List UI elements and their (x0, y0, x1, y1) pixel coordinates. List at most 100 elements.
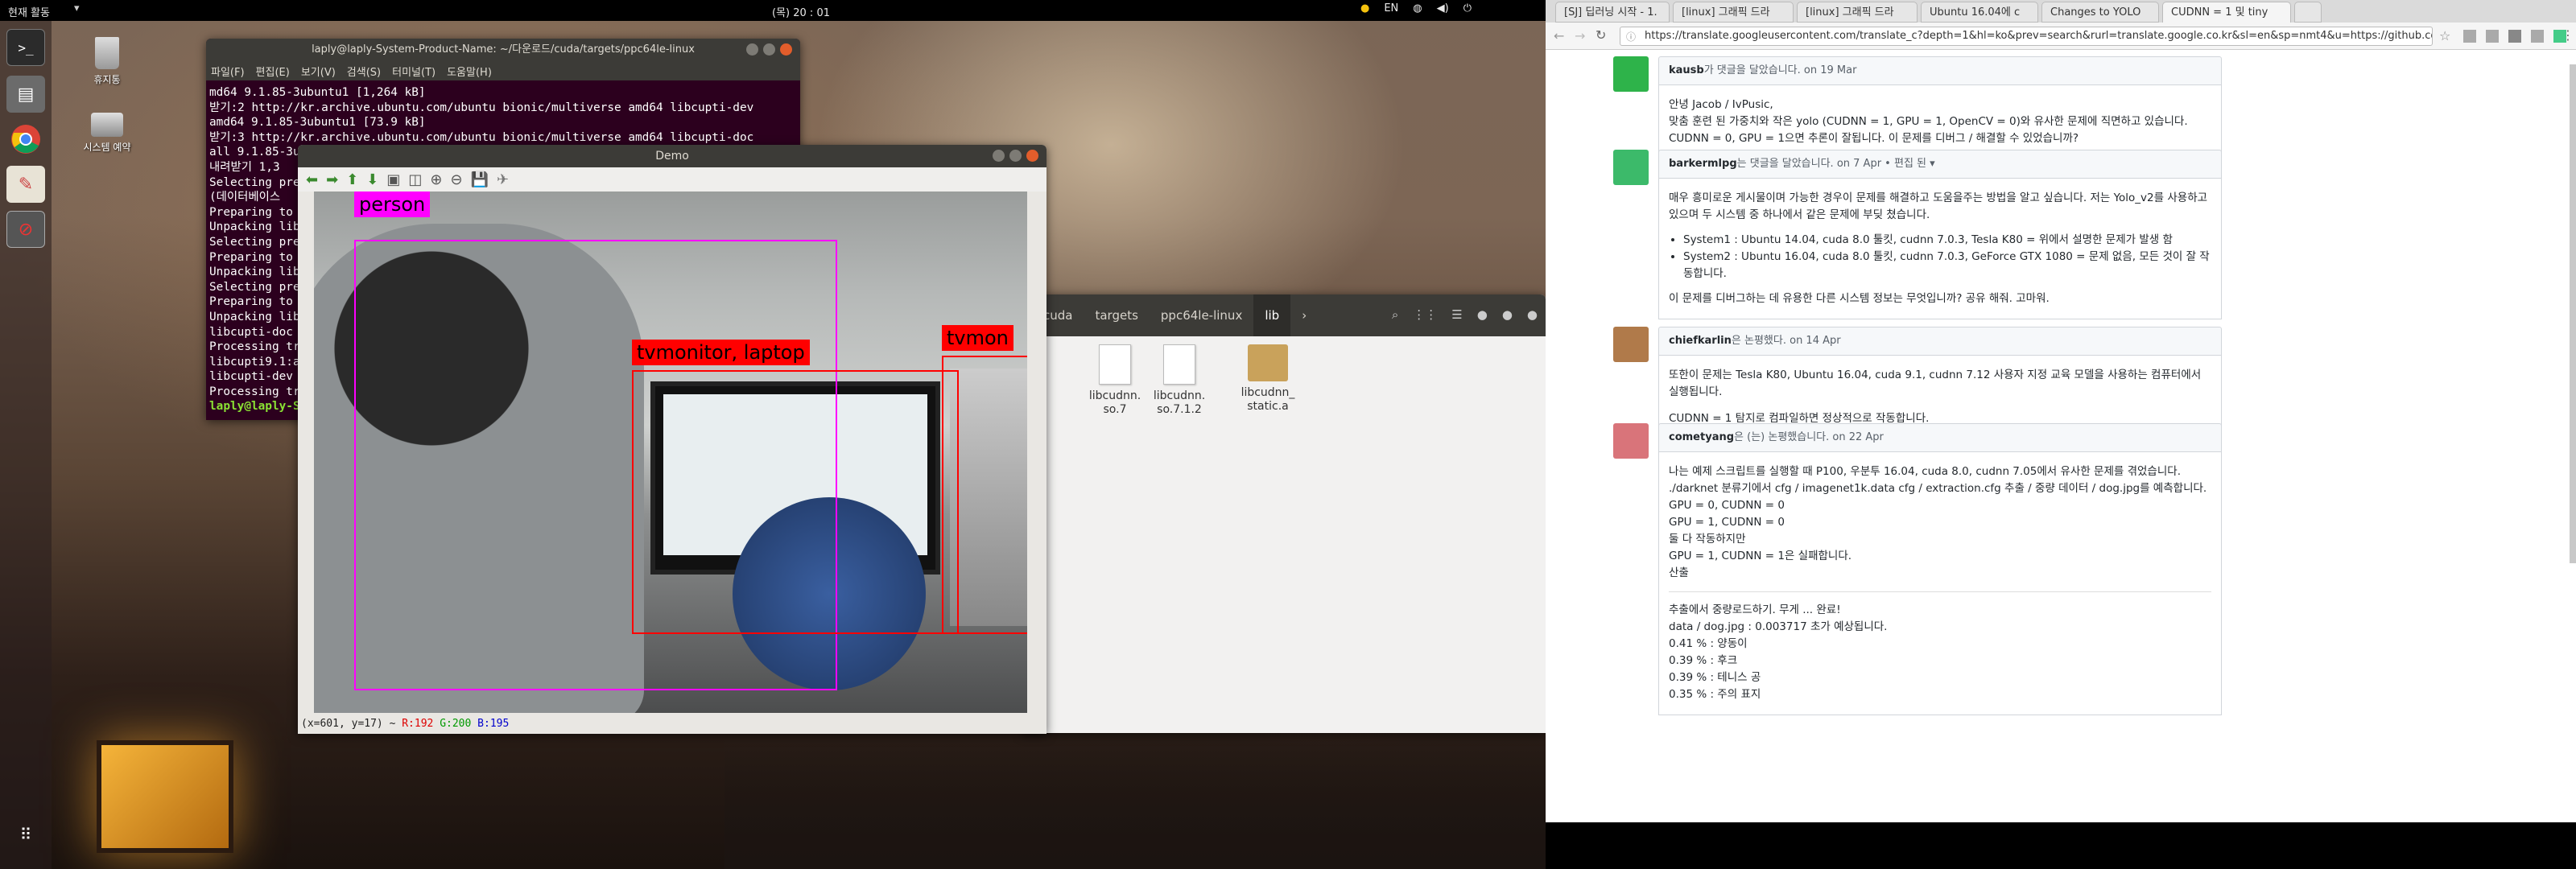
arrow-left-icon[interactable]: ⬅ (306, 171, 318, 188)
terminal-menu-item[interactable]: 터미널(T) (392, 64, 436, 79)
terminal-menu-item[interactable]: 파일(F) (211, 64, 245, 79)
browser-window[interactable]: [SJ] 딥러닝 시작 - 1. [linux] 그래픽 드라 [linux] 그래… (1546, 0, 2576, 869)
avatar[interactable] (1613, 423, 1649, 459)
forward-icon[interactable]: → (1575, 28, 1585, 43)
page-content[interactable]: kausb가 댓글을 달았습니다. on 19 Mar 안녕 Jacob / Iv… (1546, 50, 2576, 822)
files-toolbar: ⌕ ⋮⋮ ☰ ● ● ● (1392, 307, 1538, 322)
properties-icon[interactable]: ✈ (497, 171, 509, 188)
screen-bottom-edge (1546, 822, 2576, 869)
comment-date[interactable]: on 7 Apr • 편집 된 ▾ (1837, 158, 1935, 170)
comment-action: 가 댓글을 달았습니다. (1703, 64, 1801, 76)
terminal-launcher-icon[interactable]: >_ (6, 29, 45, 66)
comment-date[interactable]: on 19 Mar (1804, 64, 1857, 76)
minimize-button[interactable] (993, 150, 1005, 162)
save-icon[interactable]: 💾 (471, 171, 489, 188)
comment-list-item: System1 : Ubuntu 14.04, cuda 8.0 툴킷, cud… (1683, 232, 2211, 249)
comment-author[interactable]: kausb (1669, 64, 1704, 76)
extension-icon[interactable] (2531, 30, 2544, 43)
arrow-up-icon[interactable]: ⬆ (346, 171, 358, 188)
new-tab-button[interactable] (2294, 2, 2322, 23)
detection-label: person (354, 192, 431, 217)
app-launcher-icon[interactable]: ⊘ (6, 211, 45, 248)
browser-tab[interactable]: [SJ] 딥러닝 시작 - 1. (1555, 2, 1670, 23)
drive-icon (91, 113, 123, 137)
close-button[interactable] (1026, 150, 1038, 162)
clock[interactable]: (목) 20 : 01 (757, 4, 845, 19)
browser-tab[interactable]: [linux] 그래픽 드라 (1673, 2, 1794, 23)
extension-icon[interactable] (2508, 30, 2521, 43)
comment-date[interactable]: on 22 Apr (1832, 431, 1884, 443)
power-icon[interactable]: ⏻ (1463, 2, 1472, 14)
maximize-button[interactable] (1009, 150, 1022, 162)
trash-desktop-icon[interactable]: 휴지통 (71, 37, 143, 86)
browser-tab[interactable]: Changes to YOLO (2041, 2, 2159, 23)
url-text: https://translate.googleusercontent.com/… (1645, 30, 2433, 42)
zoom-fit-icon[interactable]: ▣ (386, 171, 400, 188)
path-forward-icon[interactable]: › (1290, 294, 1318, 336)
files-window[interactable]: cudatargetsppc64le-linuxlib› ⌕⋮⋮☰ ●●● ol… (1022, 294, 1546, 733)
terminal-menu-item[interactable]: 도움말(H) (447, 64, 492, 79)
demo-title: Demo (298, 145, 1046, 167)
file-item[interactable]: libcudnn_ static.a (1224, 344, 1312, 414)
network-icon[interactable]: ◍ (1413, 2, 1422, 14)
arrow-right-icon[interactable]: ➡ (326, 171, 338, 188)
minimize-button[interactable] (746, 43, 758, 56)
comment-body: 안녕 Jacob / IvPusic, 맞춤 훈련 된 가중치와 작은 yolo … (1658, 85, 2222, 159)
terminal-menu-item[interactable]: 검색(S) (347, 64, 381, 79)
view-options-icon[interactable]: ⋮⋮ (1413, 307, 1437, 322)
close-button[interactable]: ● (1527, 307, 1538, 322)
breadcrumb-lib[interactable]: lib (1253, 294, 1291, 336)
minimize-button[interactable]: ● (1477, 307, 1488, 322)
detection-image[interactable]: person tvmonitor, laptop tvmon (314, 192, 1027, 713)
chrome-tray-icon[interactable]: ● (1360, 2, 1369, 14)
comment-author[interactable]: cometyang (1669, 431, 1734, 443)
terminal-menu-item[interactable]: 보기(V) (301, 64, 336, 79)
zoom-original-icon[interactable]: ◫ (408, 171, 422, 188)
comment-author[interactable]: barkermlpg (1669, 158, 1737, 170)
comment-author[interactable]: chiefkarlin (1669, 335, 1732, 347)
extension-icon[interactable] (2463, 30, 2476, 43)
reload-icon[interactable]: ↻ (1596, 27, 1606, 43)
avatar[interactable] (1613, 327, 1649, 362)
text-editor-launcher-icon[interactable]: ✎ (6, 166, 45, 203)
bookmark-star-icon[interactable]: ☆ (2439, 28, 2450, 43)
browser-tab[interactable]: [linux] 그래픽 드라 (1797, 2, 1918, 23)
arrow-down-icon[interactable]: ⬇ (366, 171, 378, 188)
comment-line: 둘 다 작동하지만 (1669, 533, 1746, 546)
comment-date[interactable]: on 14 Apr (1790, 335, 1841, 347)
comment-action: 은 (는) 논평했습니다. (1734, 431, 1830, 443)
show-apps-grid-icon[interactable]: ⠿ (6, 816, 45, 853)
comment-line: 안녕 Jacob / IvPusic, (1669, 98, 1773, 111)
language-indicator[interactable]: EN (1384, 2, 1398, 14)
avatar[interactable] (1613, 150, 1649, 185)
zoom-out-icon[interactable]: ⊖ (451, 171, 463, 188)
address-bar[interactable]: https://translate.googleusercontent.com/… (1620, 27, 2433, 46)
zoom-in-icon[interactable]: ⊕ (430, 171, 442, 188)
breadcrumb-targets[interactable]: targets (1084, 294, 1149, 336)
volume-icon[interactable]: ◀) (1437, 2, 1449, 14)
comment-line: CUDNN = 0, GPU = 1으면 추론이 잘됩니다. 이 문제를 디버그… (1669, 132, 2079, 145)
breadcrumb-ppc64le-linux[interactable]: ppc64le-linux (1150, 294, 1253, 336)
terminal-menu-item[interactable]: 편집(E) (256, 64, 290, 79)
activities-button[interactable]: 현재 활동 (8, 4, 50, 19)
chrome-launcher-icon[interactable] (6, 121, 45, 158)
search-icon[interactable]: ⌕ (1392, 307, 1398, 322)
scrollbar[interactable] (2570, 64, 2576, 563)
output-divider (1669, 591, 2211, 592)
menu-icon[interactable]: ⋮ (2562, 27, 2574, 43)
file-item[interactable]: libcudnn. so.7.1.2 (1135, 344, 1224, 417)
maximize-button[interactable]: ● (1502, 307, 1513, 322)
comment-line: 또한이 문제는 Tesla K80, Ubuntu 16.04, cuda 9.… (1669, 369, 2202, 398)
menu-icon[interactable]: ☰ (1451, 307, 1462, 322)
extension-icon[interactable] (2486, 30, 2499, 43)
system-desktop-icon[interactable]: 시스템 예약 (71, 113, 143, 154)
demo-window[interactable]: Demo ⬅ ➡ ⬆ ⬇ ▣ ◫ ⊕ ⊖ 💾 ✈ person tvmonitor… (298, 145, 1046, 734)
close-button[interactable] (780, 43, 792, 56)
back-icon[interactable]: ← (1554, 28, 1564, 43)
system-label: 시스템 예약 (83, 142, 131, 153)
browser-tab[interactable]: CUDNN = 1 및 tiny (2162, 2, 2291, 23)
maximize-button[interactable] (763, 43, 775, 56)
avatar[interactable] (1613, 56, 1649, 92)
files-launcher-icon[interactable]: ▤ (6, 76, 45, 113)
browser-tab[interactable]: Ubuntu 16.04에 c (1921, 2, 2038, 23)
